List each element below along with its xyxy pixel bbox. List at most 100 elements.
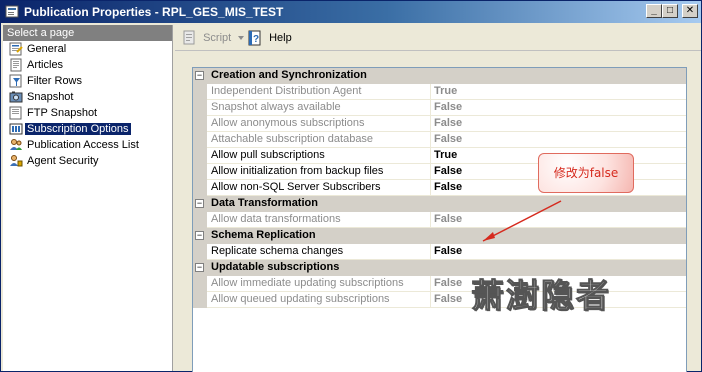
property-value: False [434,277,463,289]
row-gutter [193,84,207,100]
row-gutter [193,148,207,164]
property-row[interactable]: Replicate schema changes False [193,244,686,260]
row-gutter [193,100,207,116]
property-name: Attachable subscription database [211,133,374,145]
ftp-page-icon [9,106,22,120]
property-value: False [434,117,463,129]
row-gutter [193,132,207,148]
property-name: Replicate schema changes [211,245,344,257]
page-item-label: General [27,43,67,55]
agent-security-page-icon [10,155,23,167]
chevron-down-icon[interactable] [238,36,245,41]
filter-page-icon [9,74,22,88]
page-item-general[interactable]: General [3,41,172,57]
category-creation-and-synchronization[interactable]: − Creation and Synchronization [193,68,686,84]
property-name: Allow immediate updating subscriptions [211,277,404,289]
category-schema-replication[interactable]: − Schema Replication [193,228,686,244]
help-icon: ? [248,30,261,46]
page-item-label: Subscription Options [25,123,131,135]
category-label: Updatable subscriptions [211,261,340,273]
subscription-page-icon [9,123,23,135]
publication-properties-window: Publication Properties - RPL_GES_MIS_TES… [0,0,702,372]
column-divider [430,148,431,164]
column-divider [430,180,431,196]
watermark-text: 萧澍隐者 [471,276,611,316]
script-icon [183,30,195,45]
page-item-subscription-options[interactable]: Subscription Options [3,121,172,137]
row-gutter [193,276,207,292]
minimize-button[interactable]: _ [646,4,662,18]
column-divider [430,84,431,100]
category-label: Data Transformation [211,197,318,209]
page-selector-header: Select a page [3,25,172,41]
toolbar-divider [175,50,701,51]
row-gutter [193,292,207,308]
snapshot-page-icon [9,91,23,103]
property-name: Snapshot always available [211,101,341,113]
collapse-icon[interactable]: − [195,71,204,80]
page-item-label: Agent Security [27,155,99,167]
page-item-snapshot[interactable]: Snapshot [3,89,172,105]
page-item-label: FTP Snapshot [27,107,98,119]
page-item-articles[interactable]: Articles [3,57,172,73]
row-gutter [193,180,207,196]
collapse-icon[interactable]: − [195,231,204,240]
close-button[interactable]: ✕ [682,4,698,18]
column-divider [430,212,431,228]
property-row: Allow anonymous subscriptions False [193,116,686,132]
page-item-label: Publication Access List [27,139,139,151]
column-divider [430,292,431,308]
column-divider [430,244,431,260]
help-button[interactable]: ? Help [247,30,292,46]
column-divider [430,116,431,132]
page-item-ftp-snapshot[interactable]: FTP Snapshot [3,105,172,121]
property-name: Allow non-SQL Server Subscribers [211,181,381,193]
property-value: False [434,133,463,145]
page-item-agent-security[interactable]: Agent Security [3,153,172,169]
page-item-publication-access-list[interactable]: Publication Access List [3,137,172,153]
row-gutter [193,244,207,260]
script-label: Script [203,32,232,45]
collapse-icon[interactable]: − [195,199,204,208]
page-item-label: Filter Rows [27,75,83,87]
property-value[interactable]: True [434,148,457,163]
property-row: Snapshot always available False [193,100,686,116]
property-value[interactable]: False [434,164,462,179]
category-data-transformation[interactable]: − Data Transformation [193,196,686,212]
collapse-icon[interactable]: − [195,263,204,272]
articles-page-icon [10,58,22,72]
general-page-icon [9,42,23,56]
property-grid: − Creation and Synchronization Independe… [192,67,687,372]
property-value: False [434,213,463,225]
column-divider [430,132,431,148]
page-selector-pane: Select a page General Articles Filter Ro… [3,25,173,371]
property-row: Independent Distribution Agent True [193,84,686,100]
property-value[interactable]: False [434,180,462,195]
svg-text:?: ? [253,34,259,45]
page-item-filter-rows[interactable]: Filter Rows [3,73,172,89]
property-row: Allow data transformations False [193,212,686,228]
annotation-callout: 修改为false [538,153,634,193]
maximize-button[interactable]: □ [662,4,678,18]
category-label: Schema Replication [211,229,316,241]
row-gutter [193,116,207,132]
property-name: Allow anonymous subscriptions [211,117,365,129]
script-button[interactable]: Script [181,30,245,46]
property-name: Allow data transformations [211,213,341,225]
property-name: Allow queued updating subscriptions [211,293,390,305]
property-value: True [434,85,458,97]
app-icon [5,5,19,18]
column-divider [430,276,431,292]
toolbar: Script ? Help [175,25,701,51]
property-value: False [434,293,463,305]
page-item-label: Articles [27,59,64,71]
help-label: Help [269,32,292,45]
property-name: Allow initialization from backup files [211,165,384,177]
property-value: False [434,101,463,113]
property-name: Independent Distribution Agent [211,85,362,97]
page-item-label: Snapshot [27,91,74,103]
window-title: Publication Properties - RPL_GES_MIS_TES… [24,5,284,19]
property-value[interactable]: False [434,244,462,259]
title-bar[interactable]: Publication Properties - RPL_GES_MIS_TES… [1,1,701,23]
column-divider [430,164,431,180]
